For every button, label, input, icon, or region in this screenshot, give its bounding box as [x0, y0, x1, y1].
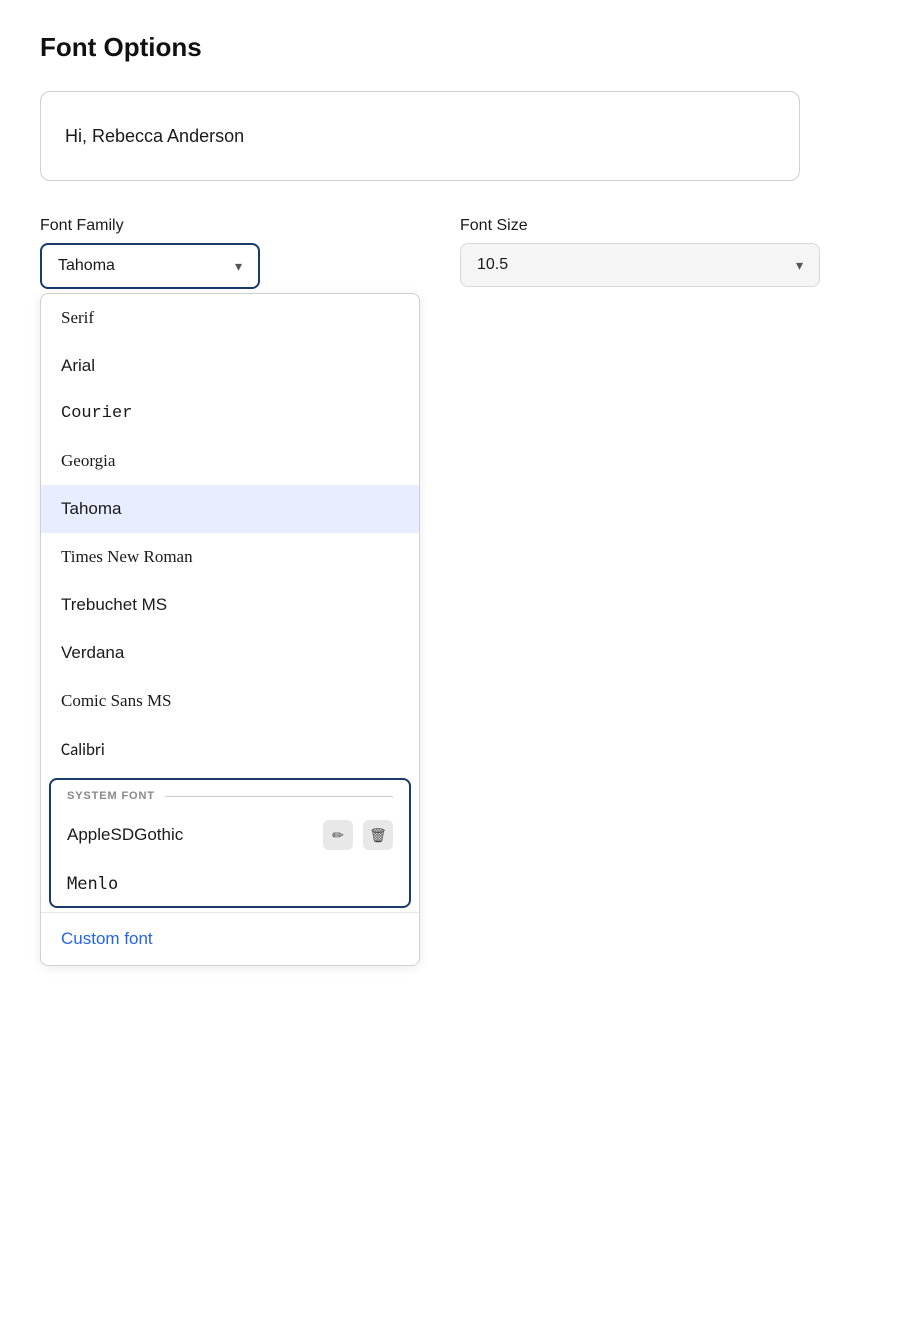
edit-applesdgothic-button[interactable]: ✏	[323, 820, 353, 850]
system-font-section: SYSTEM FONT AppleSDGothic ✏ 🗑 Menlo	[49, 778, 411, 908]
delete-applesdgothic-button[interactable]: 🗑	[363, 820, 393, 850]
font-family-label: Font Family	[40, 217, 420, 235]
font-size-group: Font Size 10.5 ▾	[460, 217, 820, 287]
font-option-applesdgothic[interactable]: AppleSDGothic ✏ 🗑	[51, 808, 409, 862]
font-family-selected-value: Tahoma	[58, 257, 115, 275]
font-size-selected-value: 10.5	[477, 256, 508, 274]
menlo-label: Menlo	[67, 874, 393, 894]
font-option-calibri[interactable]: Calibri	[41, 725, 419, 774]
font-size-chevron-down-icon: ▾	[796, 257, 803, 274]
page-title: Font Options	[40, 32, 874, 63]
system-font-section-label: SYSTEM FONT	[51, 780, 409, 808]
font-option-serif[interactable]: Serif	[41, 294, 419, 342]
chevron-down-icon: ▾	[235, 258, 242, 275]
font-family-dropdown-menu: Serif Arial Courier Georgia Tahoma Times…	[40, 293, 420, 966]
font-family-group: Font Family Tahoma ▾ Serif Arial Courier…	[40, 217, 420, 966]
edit-icon: ✏	[332, 827, 344, 844]
font-family-dropdown-wrapper: Tahoma ▾ Serif Arial Courier Georgia Tah…	[40, 243, 420, 966]
font-option-verdana[interactable]: Verdana	[41, 629, 419, 677]
applesdgothic-label: AppleSDGothic	[67, 825, 313, 845]
font-option-arial[interactable]: Arial	[41, 342, 419, 390]
font-option-georgia[interactable]: Georgia	[41, 437, 419, 485]
font-option-menlo[interactable]: Menlo	[51, 862, 409, 906]
font-size-label: Font Size	[460, 217, 820, 235]
font-size-dropdown-trigger[interactable]: 10.5 ▾	[460, 243, 820, 287]
font-option-times-new-roman[interactable]: Times New Roman	[41, 533, 419, 581]
font-option-comic-sans[interactable]: Comic Sans MS	[41, 677, 419, 725]
font-option-courier[interactable]: Courier	[41, 390, 419, 437]
preview-box: Hi, Rebecca Anderson	[40, 91, 800, 181]
font-option-trebuchet[interactable]: Trebuchet MS	[41, 581, 419, 629]
font-option-tahoma[interactable]: Tahoma	[41, 485, 419, 533]
trash-icon: 🗑	[369, 827, 387, 844]
controls-row: Font Family Tahoma ▾ Serif Arial Courier…	[40, 217, 874, 966]
preview-text: Hi, Rebecca Anderson	[65, 126, 244, 147]
custom-font-option[interactable]: Custom font	[41, 912, 419, 965]
font-family-dropdown-trigger[interactable]: Tahoma ▾	[40, 243, 260, 289]
